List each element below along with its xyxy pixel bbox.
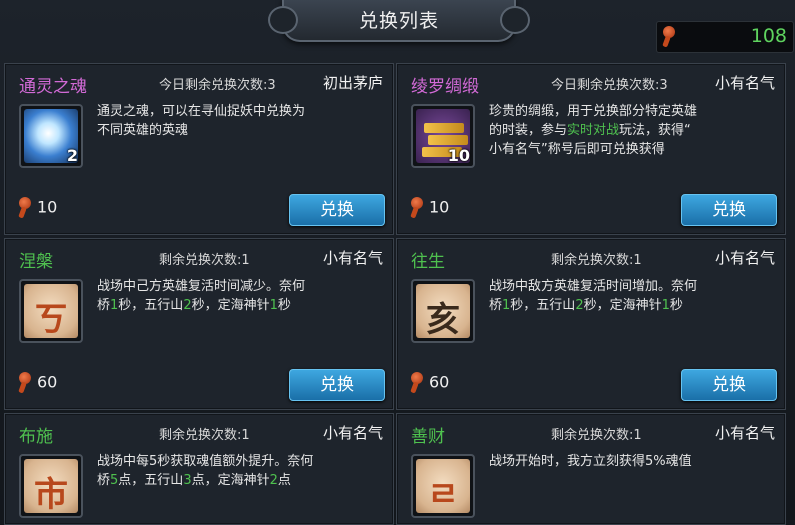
rank-requirement: 初出茅庐	[322, 74, 383, 92]
desc-line: 不同英雄的英魂	[97, 123, 189, 138]
key-token-icon	[661, 26, 677, 48]
exchange-card: 善财 剩余兑换次数:1 小有名气 ㄹ 战场开始时，我方立刻获得5%魂值	[396, 413, 786, 525]
remaining-count: 今日剩余兑换次数:3	[551, 78, 668, 93]
desc-line: 桥1秒，五行山2秒，定海神针1秒	[97, 298, 291, 313]
cost: 60	[17, 372, 57, 394]
currency-display: 108	[656, 21, 794, 53]
desc-line: 战场中敌方英雄复活时间增加。奈何	[489, 279, 698, 294]
page-title: 兑换列表	[358, 10, 439, 32]
currency-value: 108	[750, 25, 787, 47]
desc-line: 战场中每5秒获取魂值额外提升。奈何	[97, 454, 314, 469]
rebirth-glyph-icon: 亥	[411, 279, 475, 343]
desc-line: 通灵之魂，可以在寻仙捉妖中兑换为	[97, 104, 306, 119]
item-name: 涅槃	[19, 252, 53, 272]
desc-line: 桥1秒，五行山2秒，定海神针1秒	[489, 298, 683, 313]
title-plate: 兑换列表	[268, 0, 530, 42]
item-count: 2	[66, 146, 78, 165]
exchange-card: 绫罗绸缎 今日剩余兑换次数:3 小有名气 10 珍贵的绸缎，用于兑换部分特定英雄…	[396, 63, 786, 235]
rank-requirement: 小有名气	[322, 424, 383, 442]
item-description: 珍贵的绸缎，用于兑换部分特定英雄 的时装，参与实时对战玩法，获得“ 小有名气”称…	[489, 102, 771, 159]
alms-glyph-icon: 市	[19, 454, 83, 518]
desc-line: 桥5点，五行山3点，定海神针2点	[97, 473, 291, 488]
item-name: 往生	[411, 252, 445, 272]
header: 兑换列表 108	[0, 0, 795, 58]
remaining-count: 剩余兑换次数:1	[159, 253, 250, 268]
desc-line: 战场开始时，我方立刻获得5%魂值	[489, 454, 692, 469]
item-name: 布施	[19, 427, 53, 447]
remaining-count: 剩余兑换次数:1	[551, 428, 642, 443]
item-description: 战场中每5秒获取魂值额外提升。奈何 桥5点，五行山3点，定海神针2点	[97, 452, 379, 490]
rank-requirement: 小有名气	[714, 74, 775, 92]
wealth-glyph-icon: ㄹ	[411, 454, 475, 518]
cost-value: 10	[429, 197, 450, 217]
item-description: 战场开始时，我方立刻获得5%魂值	[489, 452, 771, 471]
key-token-icon	[17, 197, 33, 219]
item-description: 战场中敌方英雄复活时间增加。奈何 桥1秒，五行山2秒，定海神针1秒	[489, 277, 771, 315]
remaining-count: 剩余兑换次数:1	[159, 428, 250, 443]
cost-value: 60	[37, 372, 58, 392]
exchange-button[interactable]: 兑换	[289, 194, 385, 226]
item-name: 通灵之魂	[19, 77, 87, 97]
exchange-card: 往生 剩余兑换次数:1 小有名气 亥 战场中敌方英雄复活时间增加。奈何 桥1秒，…	[396, 238, 786, 410]
exchange-button[interactable]: 兑换	[681, 194, 777, 226]
item-description: 通灵之魂，可以在寻仙捉妖中兑换为 不同英雄的英魂	[97, 102, 379, 140]
remaining-count: 剩余兑换次数:1	[551, 253, 642, 268]
key-token-icon	[409, 197, 425, 219]
exchange-card: 涅槃 剩余兑换次数:1 小有名气 ㄎ 战场中己方英雄复活时间减少。奈何 桥1秒，…	[4, 238, 394, 410]
remaining-count: 今日剩余兑换次数:3	[159, 78, 276, 93]
cost-value: 10	[37, 197, 58, 217]
item-count: 10	[447, 146, 470, 165]
item-name: 绫罗绸缎	[411, 77, 479, 97]
exchange-card: 通灵之魂 今日剩余兑换次数:3 初出茅庐 2 通灵之魂，可以在寻仙捉妖中兑换为 …	[4, 63, 394, 235]
item-description: 战场中己方英雄复活时间减少。奈何 桥1秒，五行山2秒，定海神针1秒	[97, 277, 379, 315]
cost-value: 60	[429, 372, 450, 392]
item-name: 善财	[411, 427, 445, 447]
exchange-card: 布施 剩余兑换次数:1 小有名气 市 战场中每5秒获取魂值额外提升。奈何 桥5点…	[4, 413, 394, 525]
rank-requirement: 小有名气	[714, 424, 775, 442]
rank-requirement: 小有名气	[714, 249, 775, 267]
cost: 10	[17, 197, 57, 219]
nirvana-glyph-icon: ㄎ	[19, 279, 83, 343]
key-token-icon	[17, 372, 33, 394]
desc-line: 小有名气”称号后即可兑换获得	[489, 142, 665, 157]
desc-line: 战场中己方英雄复活时间减少。奈何	[97, 279, 306, 294]
desc-line: 珍贵的绸缎，用于兑换部分特定英雄	[489, 104, 698, 119]
key-token-icon	[409, 372, 425, 394]
exchange-button[interactable]: 兑换	[681, 369, 777, 401]
silk-bundle-icon: 10	[411, 104, 475, 168]
desc-line: 的时装，参与实时对战玩法，获得“	[489, 123, 691, 138]
exchange-button[interactable]: 兑换	[289, 369, 385, 401]
cost: 10	[409, 197, 449, 219]
highlight-text: 实时对战	[567, 123, 620, 138]
cost: 60	[409, 372, 449, 394]
rank-requirement: 小有名气	[322, 249, 383, 267]
soul-orb-icon: 2	[19, 104, 83, 168]
